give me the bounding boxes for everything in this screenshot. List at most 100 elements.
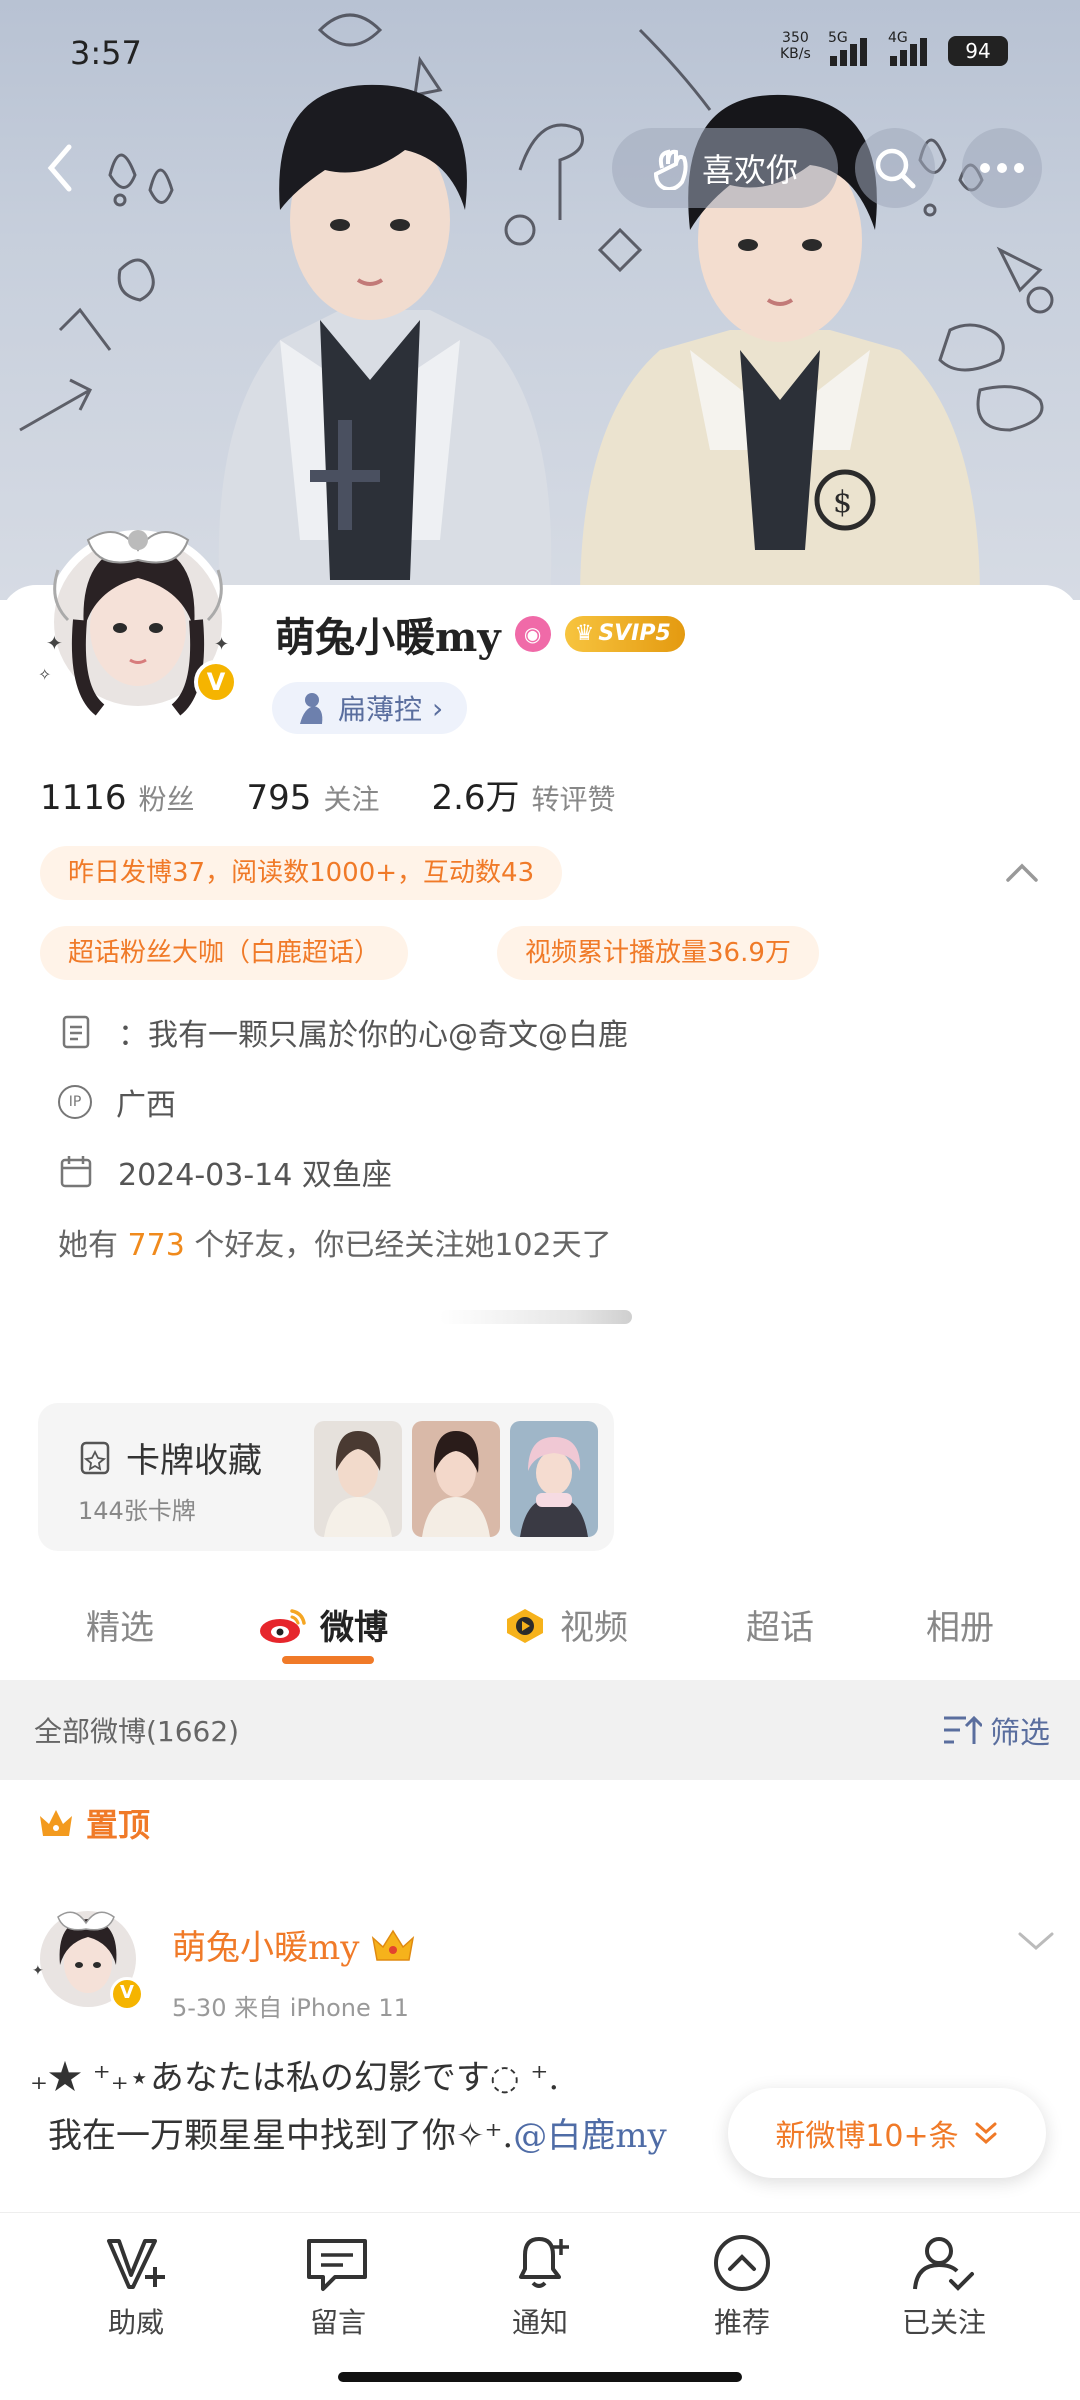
nav-recommend[interactable]: 推荐 bbox=[682, 2233, 802, 2341]
tab-weibo[interactable]: 微博 bbox=[258, 1600, 388, 1649]
video-play-icon bbox=[507, 1608, 543, 1643]
post-chevron-down-icon[interactable] bbox=[1016, 1930, 1056, 1954]
card-photo-2 bbox=[412, 1421, 500, 1537]
profile-name: 萌兔小暖my bbox=[275, 614, 501, 661]
tab-super-topic[interactable]: 超话 bbox=[746, 1600, 814, 1649]
stat-followers[interactable]: 1116 粉丝 bbox=[40, 778, 195, 818]
pink-badge-icon[interactable]: ◉ bbox=[514, 616, 551, 652]
video-plays-chip[interactable]: 视频累计播放量36.9万 bbox=[497, 926, 819, 980]
back-button[interactable] bbox=[30, 128, 90, 208]
profile-tabs: 精选 微博 视频 超话 相册 bbox=[0, 1580, 1080, 1672]
interest-tag-pill[interactable]: 扁薄控 › bbox=[272, 682, 468, 734]
post-mention-link[interactable]: @白鹿my bbox=[513, 2116, 666, 2156]
nav-recommend-label: 推荐 bbox=[713, 2306, 770, 2339]
nav-following-label: 已关注 bbox=[901, 2306, 986, 2339]
friends-prefix: 她有 bbox=[58, 1228, 118, 1263]
superfan-chip[interactable]: 超话粉丝大咖（白鹿超话） bbox=[40, 926, 409, 980]
tab-album[interactable]: 相册 bbox=[926, 1600, 994, 1649]
net-speed-unit: KB/s bbox=[780, 46, 811, 62]
profile-avatar[interactable]: ✦ ✧ ✦ V bbox=[28, 500, 248, 720]
card-photo-1 bbox=[314, 1421, 402, 1537]
search-button[interactable] bbox=[855, 128, 935, 208]
nav-following[interactable]: 已关注 bbox=[884, 2233, 1004, 2341]
filter-label: 筛选 bbox=[990, 1716, 1050, 1751]
nav-message-label: 留言 bbox=[309, 2306, 366, 2339]
card-collection-title: 卡牌收藏 bbox=[78, 1433, 262, 1482]
card-thumbnail[interactable] bbox=[510, 1421, 598, 1537]
new-posts-label: 新微博10+条 bbox=[775, 2119, 959, 2154]
tab-video-label: 视频 bbox=[560, 1608, 628, 1648]
tab-featured[interactable]: 精选 bbox=[86, 1600, 154, 1649]
signal-icon bbox=[830, 38, 867, 66]
hand-heart-icon bbox=[653, 149, 688, 190]
tab-weibo-label: 微博 bbox=[320, 1608, 388, 1648]
all-posts-count[interactable]: 全部微博(1662) bbox=[34, 1710, 239, 1750]
card-icon bbox=[80, 1441, 110, 1474]
nav-cheer[interactable]: 助威 bbox=[76, 2233, 196, 2341]
bell-plus-icon bbox=[519, 2237, 569, 2288]
stat-interactions[interactable]: 2.6万 转评赞 bbox=[431, 770, 615, 819]
new-posts-button[interactable]: 新微博10+条 bbox=[728, 2088, 1046, 2178]
friends-suffix: 个好友，你已经关注她102天了 bbox=[194, 1228, 612, 1263]
tab-super-topic-label: 超话 bbox=[746, 1608, 814, 1648]
interest-tag-label: 扁薄控 bbox=[338, 693, 423, 726]
status-time: 3:57 bbox=[70, 34, 142, 72]
post-author-row[interactable]: 萌兔小暖my bbox=[172, 1920, 417, 1969]
card-collection-count: 144张卡牌 bbox=[78, 1497, 196, 1525]
daily-activity-chip[interactable]: 昨日发博37，阅读数1000+，互动数43 bbox=[40, 846, 563, 900]
home-indicator[interactable] bbox=[338, 2372, 742, 2382]
tab-video[interactable]: 视频 bbox=[502, 1600, 628, 1649]
filter-button[interactable]: 筛选 bbox=[942, 1708, 1050, 1752]
card-thumbnail[interactable] bbox=[412, 1421, 500, 1537]
verified-v-badge: V bbox=[194, 660, 238, 704]
stat-interactions-label: 转评赞 bbox=[531, 783, 616, 816]
swipe-hint-bar bbox=[440, 1310, 632, 1324]
crown-badge-icon bbox=[372, 1929, 415, 1961]
feed-filter-bar: 全部微博(1662) 筛选 bbox=[0, 1680, 1080, 1780]
nav-notify-label: 通知 bbox=[511, 2306, 568, 2339]
network-speed: 350 KB/s bbox=[780, 30, 811, 62]
stat-interactions-count: 2.6万 bbox=[431, 778, 520, 818]
chevron-up-circle-icon bbox=[714, 2235, 770, 2291]
svip-badge[interactable]: ♛ SVIP5 bbox=[564, 616, 685, 652]
profile-name-row: 萌兔小暖my ◉ ♛ SVIP5 bbox=[275, 605, 685, 663]
birthday-row: 2024-03-14 双鱼座 bbox=[58, 1150, 392, 1194]
chevron-right-icon: › bbox=[432, 691, 444, 725]
svip-label: SVIP5 bbox=[598, 621, 671, 646]
like-you-button[interactable]: 喜欢你 bbox=[612, 128, 838, 208]
birthday-text: 2024-03-14 双鱼座 bbox=[118, 1158, 392, 1193]
stat-following-label: 关注 bbox=[323, 783, 380, 816]
post-text-body: 我在一万颗星星中找到了你✧⁺. bbox=[48, 2116, 514, 2156]
card-thumbnail[interactable] bbox=[314, 1421, 402, 1537]
message-bubble-icon bbox=[307, 2239, 367, 2291]
stat-following[interactable]: 795 关注 bbox=[247, 778, 380, 818]
tab-featured-label: 精选 bbox=[86, 1608, 154, 1648]
post-author-avatar[interactable]: ✦ V bbox=[28, 1895, 148, 2015]
pinned-label: 置顶 bbox=[36, 1800, 150, 1846]
friends-summary[interactable]: 她有 773 个好友，你已经关注她102天了 bbox=[58, 1220, 612, 1264]
battery-indicator: 94 bbox=[948, 36, 1008, 66]
stat-following-count: 795 bbox=[246, 778, 312, 818]
nav-cheer-label: 助威 bbox=[107, 2306, 164, 2339]
search-icon bbox=[875, 148, 916, 189]
svg-text:✦: ✦ bbox=[32, 1963, 44, 1979]
nav-message[interactable]: 留言 bbox=[278, 2233, 398, 2341]
stat-followers-label: 粉丝 bbox=[138, 783, 195, 816]
ip-icon: IP bbox=[58, 1085, 92, 1119]
card-photo-3 bbox=[510, 1421, 598, 1537]
net-speed-value: 350 bbox=[782, 30, 809, 46]
nav-notify[interactable]: 通知 bbox=[480, 2233, 600, 2341]
svg-text:✦: ✦ bbox=[214, 634, 229, 655]
card-collection-label: 卡牌收藏 bbox=[126, 1441, 262, 1481]
bio-row: ：我有一颗只属於你的心@奇文@白鹿 bbox=[58, 1010, 628, 1054]
crown-pin-icon bbox=[40, 1810, 72, 1836]
weibo-logo-icon bbox=[260, 1608, 306, 1643]
svg-text:$: $ bbox=[833, 485, 852, 520]
back-arrow-icon bbox=[47, 144, 72, 192]
crown-icon: ♛ bbox=[574, 621, 595, 646]
post-text-line-1: ₊★ ⁺₊⋆あなたは私の幻影です◌ ⁺. bbox=[30, 2058, 560, 2098]
status-bar: 3:57 350 KB/s 5G 4G 94 bbox=[0, 0, 1080, 100]
more-button[interactable] bbox=[962, 128, 1042, 208]
card-collection[interactable]: 卡牌收藏 144张卡牌 bbox=[38, 1403, 614, 1551]
chevron-up-icon[interactable] bbox=[1004, 858, 1040, 884]
